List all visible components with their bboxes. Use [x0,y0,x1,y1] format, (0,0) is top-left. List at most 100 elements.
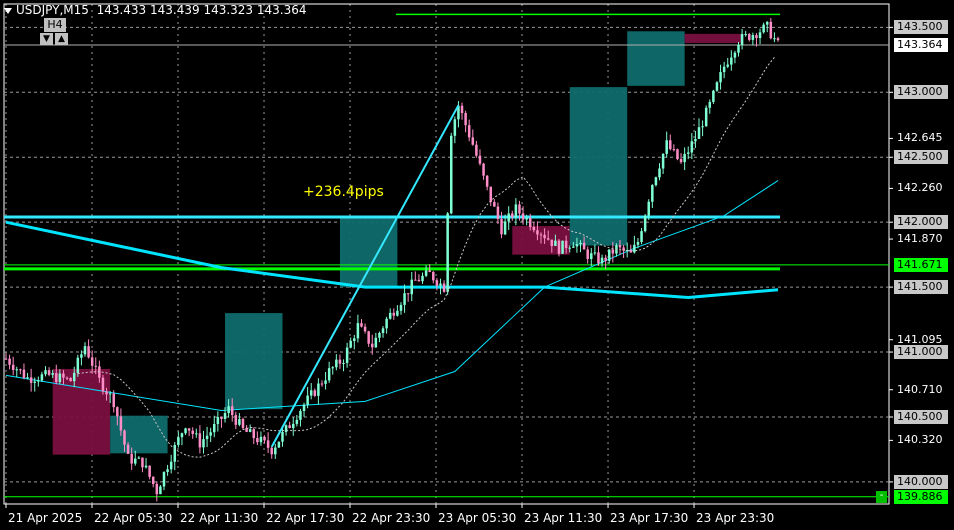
chevron-down-icon[interactable]: ▼ [40,33,53,45]
candle-body [432,272,435,281]
candle-body [403,293,406,305]
candle-body [730,57,733,65]
candle-body [690,141,694,153]
candle-body [80,354,83,358]
timeframe-label: H4 [44,18,66,32]
candle-body [550,239,554,246]
candle-body [324,380,327,384]
candle-body [144,465,148,468]
price-axis-label: 143.500 [894,20,948,35]
candle-body [460,105,464,114]
candle-body [159,486,162,495]
candle-body [543,234,546,239]
candle-body [568,247,571,249]
candle-body [385,318,388,329]
chart-canvas[interactable] [0,0,954,530]
candle-body [356,323,360,339]
candle-body [417,279,421,282]
candle-body [532,226,536,231]
h4-candle-box [627,31,685,86]
candle-body [582,242,586,250]
candle-body [647,201,650,216]
candle-body [83,346,87,355]
candle-body [672,149,676,151]
candle-body [518,204,521,214]
candle-body [58,373,62,383]
candle-body [604,257,607,261]
candle-body [449,135,453,214]
candle-body [270,447,273,455]
candle-body [658,168,661,178]
candle-body [478,155,482,164]
candle-body [554,240,557,246]
candle-body [651,185,654,202]
candle-body [62,373,65,378]
candle-body [198,433,202,448]
candle-body [633,244,636,253]
candle-body [694,138,697,142]
candle-body [209,432,212,436]
candle-body [309,390,313,396]
candle-body [8,358,11,365]
candle-body [475,144,478,156]
candle-body [579,242,582,245]
candle-body [521,213,525,220]
candle-body [737,44,740,53]
minus-button[interactable]: - [876,491,887,503]
candle-body [511,213,514,218]
time-axis-label: 22 Apr 11:30 [180,511,259,525]
candle-body [302,404,306,412]
candle-body [134,458,137,464]
candle-body [216,417,220,425]
candle-body [94,365,98,367]
price-axis-label: 141.870 [897,232,943,246]
h4-candle-box [569,87,628,246]
h4-candle-box [52,368,111,455]
candle-body [191,430,194,434]
candle-body [755,35,758,39]
candle-body [679,159,683,163]
candle-body [320,383,324,385]
candle-body [22,369,26,378]
candle-body [195,433,198,435]
candle-body [719,72,722,83]
candle-body [590,253,593,259]
candle-body [439,283,442,286]
candle-body [55,373,58,383]
chart-header: USDJPY,M15 143.433 143.439 143.323 143.3… [4,3,307,17]
price-axis-label: 142.000 [894,215,948,230]
candle-body [155,484,159,495]
candle-body [105,391,108,395]
candle-body [101,377,105,392]
chevron-up-icon[interactable]: ▲ [55,33,68,45]
candle-body [116,407,119,417]
candle-body [586,249,589,259]
candle-body [123,430,126,445]
candle-body [640,231,643,243]
candle-body [317,383,320,396]
candle-body [740,34,744,45]
candle-body [496,206,500,219]
candle-body [758,32,762,39]
candle-body [643,215,647,232]
time-axis-label: 22 Apr 23:30 [352,511,431,525]
candle-body [40,374,44,381]
candle-body [227,406,230,414]
candle-body [704,107,708,127]
collapse-icon[interactable] [4,7,12,14]
candle-body [162,472,166,487]
candle-body [238,419,241,425]
time-axis-label: 22 Apr 17:30 [266,511,345,525]
candle-body [137,457,141,459]
candle-body [446,213,449,292]
current-price-label: 143.364 [894,38,948,53]
candle-body [230,406,234,416]
price-axis-label: 140.000 [894,474,948,489]
candle-body [266,440,270,448]
candle-body [467,125,471,138]
candle-body [281,432,284,442]
candle-body [47,370,51,375]
candle-body [500,218,503,235]
candle-body [306,395,309,405]
candle-body [277,441,281,448]
